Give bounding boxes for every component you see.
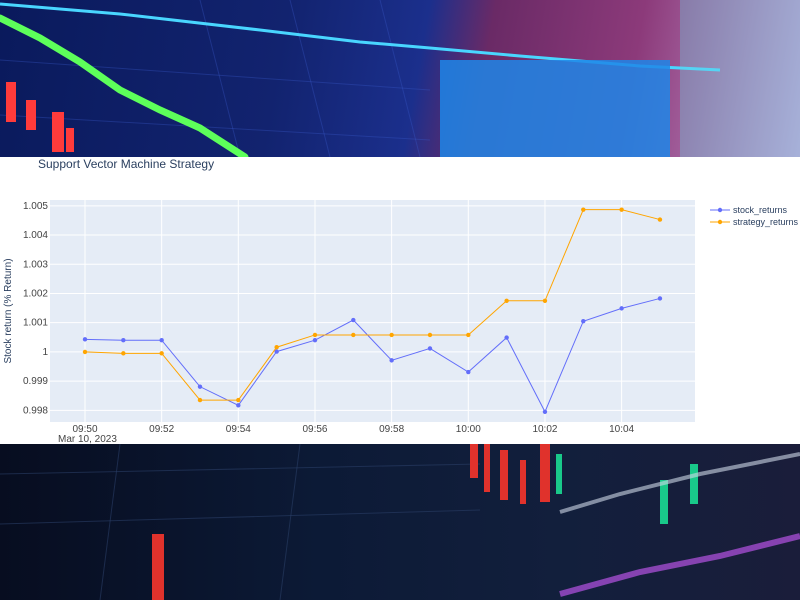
chart-title: Support Vector Machine Strategy xyxy=(38,157,214,171)
y-tick-label: 1.003 xyxy=(23,259,48,270)
background-blue-block xyxy=(440,60,670,157)
background-cyan-glow xyxy=(680,0,800,157)
data-point-strategy_returns[interactable] xyxy=(312,332,318,338)
data-point-strategy_returns[interactable] xyxy=(236,397,241,403)
legend-item-stock_returns[interactable]: stock_returns xyxy=(710,205,788,215)
background-bottom-purple-line xyxy=(559,533,800,597)
data-point-stock_returns[interactable] xyxy=(312,338,318,343)
legend-swatch-marker xyxy=(717,207,723,213)
legend: stock_returns strategy_returns xyxy=(710,205,799,227)
data-point-strategy_returns[interactable] xyxy=(581,207,586,212)
x-tick-label: 09:52 xyxy=(149,424,174,435)
background-photo-bottom xyxy=(0,444,800,600)
data-point-stock_returns[interactable] xyxy=(466,369,471,375)
background-bottom-candles xyxy=(152,444,550,600)
y-tick-label: 0.999 xyxy=(23,376,48,387)
line-chart: Support Vector Machine Strategy 0.9980.9… xyxy=(3,157,799,444)
data-point-strategy_returns[interactable] xyxy=(159,351,164,356)
y-tick-label: 1.004 xyxy=(23,230,48,241)
background-green-line xyxy=(0,14,249,157)
x-tick-label: 10:04 xyxy=(609,424,634,435)
data-point-strategy_returns[interactable] xyxy=(657,217,663,222)
data-point-stock_returns[interactable] xyxy=(657,296,663,301)
data-point-strategy_returns[interactable] xyxy=(504,298,509,303)
background-bottom-green-candles xyxy=(556,454,698,524)
x-tick-label: 09:54 xyxy=(226,424,251,435)
legend-label: strategy_returns xyxy=(733,217,799,227)
data-point-stock_returns[interactable] xyxy=(82,337,88,342)
data-point-strategy_returns[interactable] xyxy=(619,207,624,212)
data-point-stock_returns[interactable] xyxy=(581,319,586,324)
data-point-stock_returns[interactable] xyxy=(427,346,433,351)
y-tick-label: 1.005 xyxy=(23,201,48,212)
data-point-stock_returns[interactable] xyxy=(197,384,203,389)
x-tick-label: 09:58 xyxy=(379,424,404,435)
data-point-strategy_returns[interactable] xyxy=(351,332,356,338)
background-bottom-grid xyxy=(0,444,481,600)
background-photo-top xyxy=(0,0,800,157)
x-axis-date-label: Mar 10, 2023 xyxy=(58,434,117,444)
y-tick-label: 1 xyxy=(42,347,48,358)
x-tick-label: 10:02 xyxy=(532,424,557,435)
legend-label: stock_returns xyxy=(733,205,788,215)
data-point-strategy_returns[interactable] xyxy=(389,332,394,338)
data-point-stock_returns[interactable] xyxy=(619,306,624,311)
y-tick-label: 0.998 xyxy=(23,405,48,416)
y-tick-label: 1.001 xyxy=(23,318,48,329)
data-point-stock_returns[interactable] xyxy=(351,317,356,323)
data-point-stock_returns[interactable] xyxy=(236,403,241,408)
y-axis-label: Stock return (% Return) xyxy=(3,258,14,363)
data-point-strategy_returns[interactable] xyxy=(542,298,548,303)
data-point-stock_returns[interactable] xyxy=(121,338,126,343)
data-point-strategy_returns[interactable] xyxy=(197,397,203,403)
x-tick-label: 09:56 xyxy=(302,424,327,435)
data-point-stock_returns[interactable] xyxy=(504,335,509,340)
data-point-strategy_returns[interactable] xyxy=(82,349,88,355)
data-point-strategy_returns[interactable] xyxy=(121,351,126,356)
y-axis-ticks: 0.998 0.999 1 1.001 1.002 1.003 1.004 1.005 xyxy=(23,201,48,416)
legend-item-strategy_returns[interactable]: strategy_returns xyxy=(710,217,799,227)
data-point-strategy_returns[interactable] xyxy=(427,332,433,338)
chart-panel: Support Vector Machine Strategy 0.998 0.9… xyxy=(0,157,800,444)
x-tick-label: 10:00 xyxy=(456,424,481,435)
background-bottom-line xyxy=(559,452,800,514)
x-axis-ticks: 09:50 09:52 09:54 09:56 09:58 10:00 10:02 10:04 xyxy=(72,424,634,435)
y-tick-label: 1.002 xyxy=(23,288,48,299)
data-point-stock_returns[interactable] xyxy=(389,358,394,363)
data-point-strategy_returns[interactable] xyxy=(466,332,471,338)
legend-swatch-marker xyxy=(717,219,723,225)
plot-area xyxy=(50,200,695,422)
data-point-strategy_returns[interactable] xyxy=(274,345,279,350)
data-point-stock_returns[interactable] xyxy=(159,338,164,343)
data-point-stock_returns[interactable] xyxy=(542,409,548,414)
